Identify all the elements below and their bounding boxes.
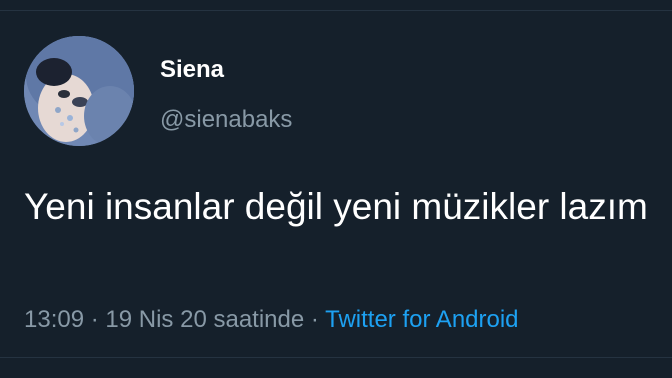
tweet-source-link[interactable]: Twitter for Android — [325, 306, 518, 333]
tweet-time[interactable]: 13:09 — [24, 306, 84, 333]
bottom-divider — [0, 357, 672, 358]
tweet-text: Yeni insanlar değil yeni müzikler lazım — [24, 186, 648, 227]
avatar[interactable] — [24, 36, 134, 146]
meta-separator-2: · — [310, 306, 319, 333]
user-handle[interactable]: @sienabaks — [160, 106, 292, 134]
meta-separator: · — [90, 306, 99, 333]
top-divider — [0, 10, 672, 11]
avatar-image — [24, 36, 134, 146]
tweet-date[interactable]: 19 Nis 20 saatinde — [105, 306, 304, 333]
display-name[interactable]: Siena — [160, 56, 224, 84]
tweet-meta: 13:09 · 19 Nis 20 saatinde · Twitter for… — [24, 306, 519, 334]
